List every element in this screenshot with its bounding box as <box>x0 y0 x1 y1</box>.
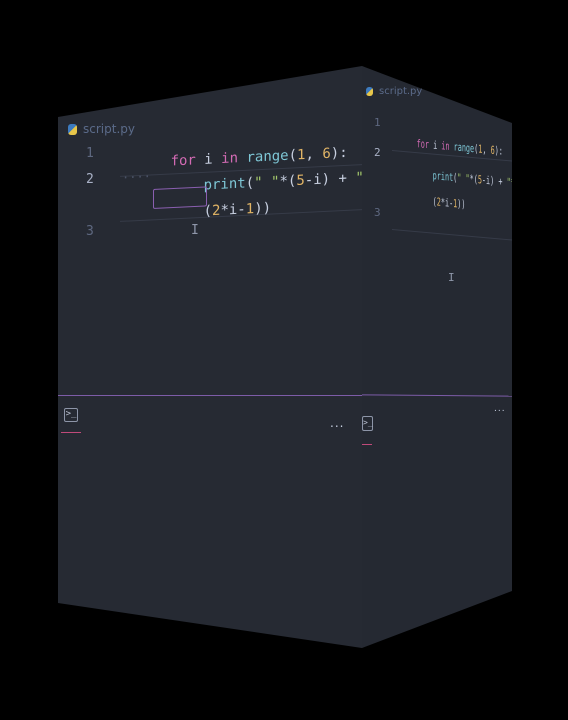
editor-window-front-face: script.py 1 2 3 for i in range(1, 6): ··… <box>58 66 362 648</box>
op-minus-i: -i) + <box>304 170 356 189</box>
op-mult-i-minus: *i- <box>220 201 246 219</box>
python-icon-side <box>366 87 373 96</box>
number-1b: 1 <box>245 201 255 218</box>
indent-guide-dots: ···· <box>122 169 151 185</box>
panel-separator-side <box>362 394 512 397</box>
terminal-tab-underline-side <box>362 444 372 445</box>
op-minus-i-side: -i) + <box>481 173 507 189</box>
editor-tab-side[interactable]: script.py <box>366 86 422 97</box>
line-number-1: 1 <box>86 146 94 161</box>
panel-separator <box>58 395 362 396</box>
op-mult: *( <box>279 172 297 190</box>
python-icon <box>68 123 77 135</box>
line-number-3: 3 <box>86 224 94 239</box>
line-number-2-side: 2 <box>374 146 381 159</box>
text-cursor-ibeam: I <box>191 223 199 238</box>
line-number-1-side: 1 <box>374 116 381 129</box>
comma-side: , <box>482 142 491 157</box>
string-star: "*" <box>355 168 362 187</box>
editor-tab-label: script.py <box>83 122 135 136</box>
paren-close-outer-side: ) <box>461 197 466 212</box>
more-actions-button-side[interactable]: ... <box>494 404 506 414</box>
op-mult-i-minus-side: *i- <box>440 195 454 210</box>
number-5: 5 <box>296 172 305 189</box>
string-space-side: " " <box>457 171 470 186</box>
code-line-2-wrap-side[interactable]: (2*i-1)) <box>408 180 466 224</box>
bracket-match-highlight <box>153 186 207 209</box>
text-cursor-ibeam-side: I <box>448 271 455 284</box>
func-range-side: range <box>449 140 475 156</box>
paren-close-inner: ) <box>254 200 263 218</box>
keyword-in-side: in <box>441 139 450 154</box>
stage: script.py 1 2 3 for i in range(1, 6): ··… <box>0 0 568 720</box>
line-number-3-side: 3 <box>374 206 381 219</box>
editor-tab[interactable]: script.py <box>68 122 135 136</box>
line-number-2: 2 <box>86 172 94 187</box>
editor-tab-label-side: script.py <box>379 86 423 97</box>
paren-close-colon-side: ): <box>494 143 503 158</box>
var-i-side: i <box>428 138 442 153</box>
keyword-for-side: for <box>416 137 429 152</box>
op-mult-side: *( <box>469 172 478 187</box>
terminal-icon-glyph: >_ <box>65 409 77 419</box>
editor-window-side-face: script.py 1 2 3 for i in range(1, 6): pr… <box>362 66 512 648</box>
terminal-icon[interactable]: >_ <box>64 408 78 422</box>
terminal-icon-side[interactable]: >_ <box>362 416 373 431</box>
paren-close-outer: ) <box>262 200 272 217</box>
terminal-tab-underline <box>61 432 81 433</box>
string-star-side: "*" <box>506 175 512 190</box>
more-actions-button[interactable]: ... <box>330 416 344 430</box>
terminal-icon-glyph-side: >_ <box>363 418 373 427</box>
